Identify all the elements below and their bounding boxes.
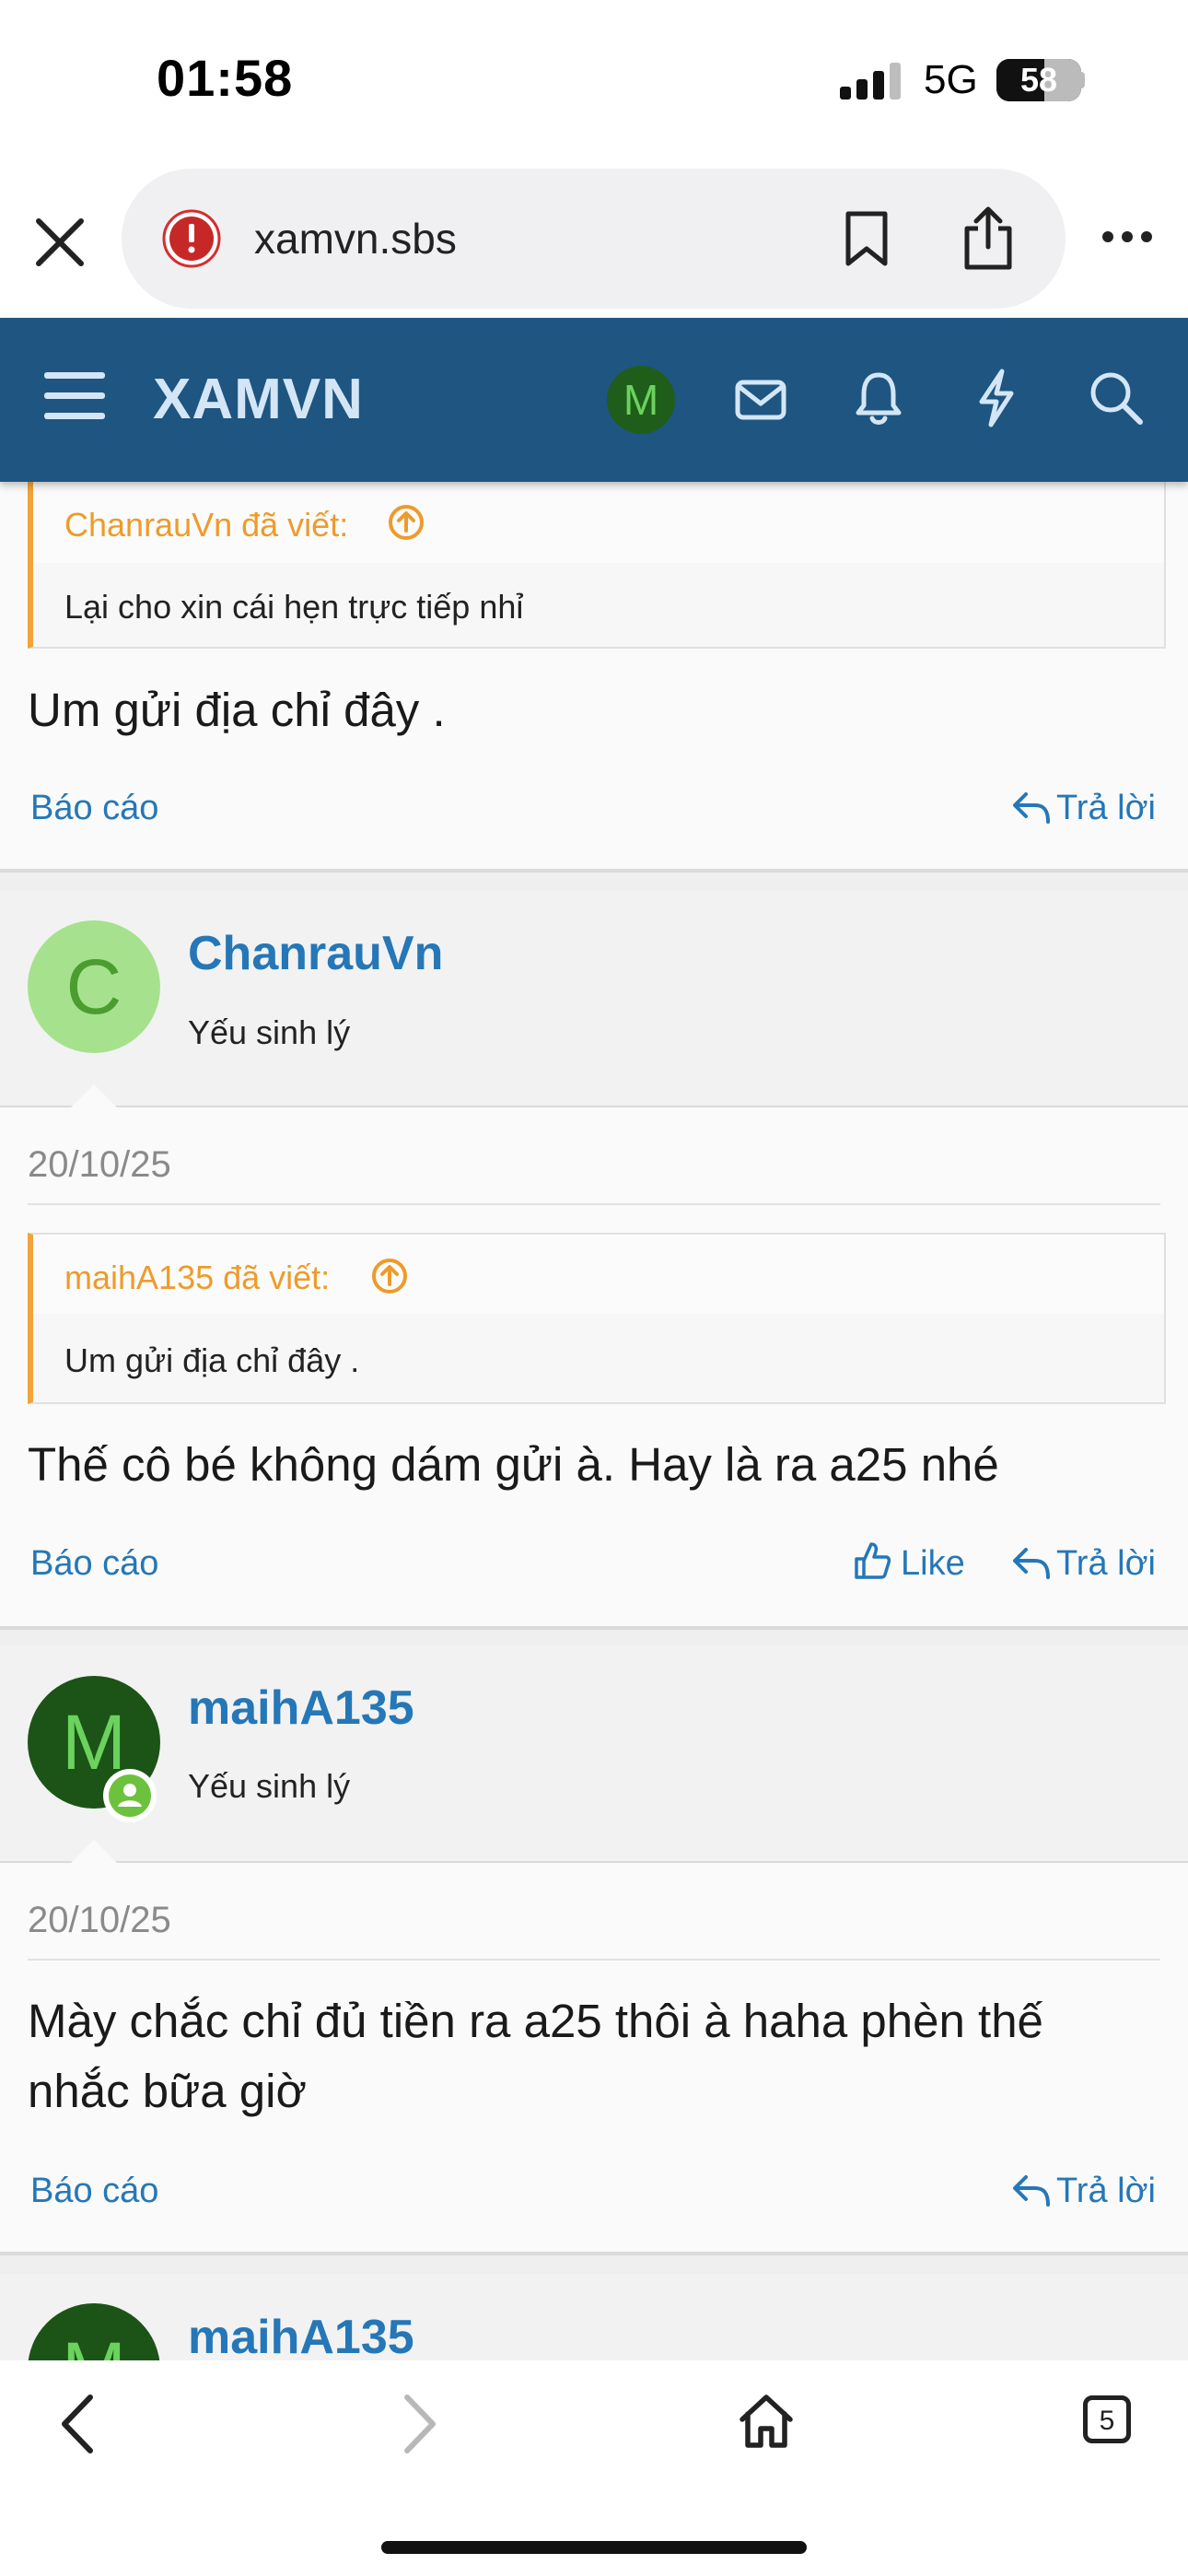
network-type: 5G — [924, 57, 978, 102]
post-text-line-2: nhắc bữa giờ — [28, 2065, 307, 2117]
more-icon[interactable] — [1101, 230, 1153, 243]
search-icon[interactable] — [1089, 370, 1144, 426]
online-status-icon — [103, 1769, 157, 1822]
user-pointer — [70, 1084, 118, 1108]
post-text-line-1: Mày chắc chỉ đủ tiền ra a25 thôi à haha … — [28, 1995, 1043, 2047]
quote-author[interactable]: maihA135 đã viết: — [64, 1259, 330, 1297]
like-icon[interactable] — [853, 1540, 891, 1581]
report-link[interactable]: Báo cáo — [30, 1544, 158, 1584]
date-rule — [28, 1959, 1160, 1961]
post-user-info — [0, 891, 1188, 1107]
site-logo[interactable]: XAMVN — [153, 367, 364, 432]
security-warning-icon[interactable] — [162, 209, 221, 268]
user-title: Yếu sinh lý — [188, 1013, 351, 1051]
share-icon[interactable] — [960, 205, 1017, 273]
date-rule — [28, 1203, 1160, 1205]
reply-link[interactable]: Trả lời — [1056, 2172, 1156, 2211]
post-date[interactable]: 20/10/25 — [28, 1900, 171, 1941]
reply-icon[interactable] — [1011, 2172, 1052, 2208]
user-title: Yếu sinh lý — [188, 1767, 351, 1805]
jump-up-icon[interactable] — [387, 503, 425, 542]
forward-icon[interactable] — [396, 2392, 442, 2456]
like-link[interactable]: Like — [901, 1544, 965, 1584]
username[interactable]: ChanrauVn — [188, 926, 443, 981]
post-gap — [0, 872, 1188, 891]
bookmark-icon[interactable] — [843, 210, 891, 267]
quote-author[interactable]: ChanrauVn đã viết: — [64, 506, 348, 544]
status-time: 01:58 — [157, 49, 294, 107]
battery-level: 58 — [1019, 61, 1058, 99]
report-link[interactable]: Báo cáo — [30, 789, 158, 828]
avatar[interactable]: C — [28, 920, 160, 1053]
home-icon[interactable] — [737, 2392, 796, 2451]
signal-icon — [840, 63, 901, 100]
lightning-icon[interactable] — [976, 369, 1017, 427]
home-indicator — [381, 2541, 807, 2554]
bell-icon[interactable] — [855, 370, 903, 426]
battery-tip — [1077, 72, 1085, 88]
reply-link[interactable]: Trả lời — [1056, 789, 1156, 828]
post-gap — [0, 1630, 1188, 1645]
reply-icon[interactable] — [1011, 789, 1052, 825]
reply-link[interactable]: Trả lời — [1056, 1544, 1156, 1584]
post-text: Thế cô bé không dám gửi à. Hay là ra a25… — [28, 1438, 999, 1491]
mail-icon[interactable] — [735, 380, 786, 420]
close-icon[interactable] — [28, 210, 92, 275]
tabs-button[interactable]: 5 — [1083, 2395, 1131, 2443]
report-link[interactable]: Báo cáo — [30, 2172, 158, 2211]
quote-text: Um gửi địa chỉ đây . — [64, 1341, 360, 1379]
post-text: Um gửi địa chỉ đây . — [28, 684, 446, 736]
username[interactable]: maihA135 — [188, 2310, 414, 2365]
url-text[interactable]: xamvn.sbs — [254, 214, 457, 263]
quote-text: Lại cho xin cái hẹn trực tiếp nhỉ — [64, 588, 524, 626]
post-user-info — [0, 2274, 1188, 2366]
post-user-info — [0, 1645, 1188, 1863]
battery-icon: 58 — [996, 59, 1081, 101]
reply-icon[interactable] — [1011, 1544, 1052, 1581]
back-icon[interactable] — [55, 2392, 101, 2456]
jump-up-icon[interactable] — [370, 1257, 409, 1295]
quote-block: maihA135 đã viết: Um gửi địa chỉ đây . — [28, 1233, 1166, 1404]
post-gap — [0, 2255, 1188, 2274]
user-avatar[interactable]: M — [607, 366, 675, 434]
post-date[interactable]: 20/10/25 — [28, 1144, 171, 1186]
menu-icon[interactable] — [44, 370, 105, 422]
quote-block: ChanrauVn đã viết: Lại cho xin cái hẹn t… — [28, 470, 1166, 649]
username[interactable]: maihA135 — [188, 1680, 414, 1736]
tab-count: 5 — [1099, 2406, 1115, 2436]
user-pointer — [70, 1840, 118, 1864]
